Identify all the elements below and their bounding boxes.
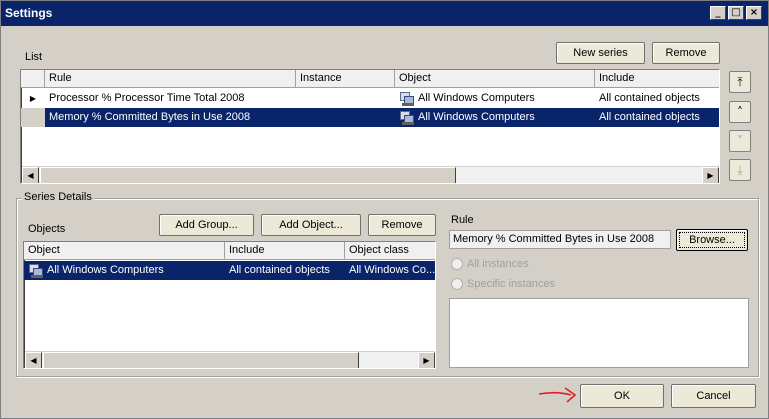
maximize-button[interactable]: □ [728, 6, 744, 20]
row-object-text: All Windows Computers [418, 111, 535, 123]
move-to-top-button[interactable]: ⤒ [729, 71, 751, 93]
rule-field: Memory % Committed Bytes in Use 2008 [449, 230, 671, 249]
objects-label: Objects [28, 223, 66, 235]
scroll-right-button[interactable]: ▶ [418, 352, 435, 368]
new-series-button[interactable]: New series [556, 42, 645, 64]
objects-list-header: Object Include Object class [24, 242, 435, 260]
specific-instances-label: Specific instances [467, 278, 556, 290]
radio-circle [451, 258, 463, 270]
row-object-text: All Windows Computers [418, 92, 535, 104]
series-list[interactable]: Rule Instance Object Include ▶ Processor… [20, 69, 720, 184]
row-indicator [21, 108, 45, 127]
row-object-class: All Windows Co... [349, 264, 435, 276]
column-header-object-class[interactable]: Object class [345, 242, 435, 260]
row-pointer-icon: ▶ [29, 94, 37, 103]
row-instance [296, 108, 395, 127]
objects-list-hscrollbar[interactable]: ◀ ▶ [25, 351, 435, 368]
remove-object-button[interactable]: Remove [368, 214, 436, 236]
ok-button[interactable]: OK [580, 384, 664, 408]
row-object: All Windows Computers [24, 261, 225, 280]
remove-series-button[interactable]: Remove [652, 42, 720, 64]
series-details-title: Series Details [22, 191, 94, 203]
table-row-selected[interactable]: All Windows Computers All contained obje… [24, 261, 435, 280]
row-include: All contained objects [599, 111, 700, 123]
all-instances-radio[interactable]: All instances [451, 258, 529, 270]
row-instance [296, 89, 395, 108]
move-down-button[interactable]: ˅ [729, 130, 751, 152]
cancel-button[interactable]: Cancel [671, 384, 756, 408]
row-indicator-header [21, 70, 45, 88]
settings-window: Settings _ □ × List New series Remove Ru… [0, 0, 769, 419]
scroll-thumb[interactable] [40, 167, 456, 183]
column-header-object[interactable]: Object [395, 70, 595, 88]
list-label: List [25, 51, 43, 63]
browse-button[interactable]: Browse... [676, 229, 748, 251]
objects-list[interactable]: Object Include Object class All Windows … [23, 241, 436, 369]
minimize-button[interactable]: _ [710, 6, 726, 20]
table-row-selected[interactable]: Memory % Committed Bytes in Use 2008 All… [21, 108, 719, 127]
close-button[interactable]: × [746, 6, 762, 20]
move-up-button[interactable]: ˄ [729, 101, 751, 123]
row-include: All contained objects [229, 264, 330, 276]
column-header-rule[interactable]: Rule [45, 70, 296, 88]
red-arrow-icon [538, 387, 577, 403]
column-header-include[interactable]: Include [595, 70, 719, 88]
row-object: All Windows Computers [395, 89, 595, 108]
rule-label: Rule [451, 214, 474, 226]
computers-icon [399, 110, 415, 125]
column-header-instance[interactable]: Instance [296, 70, 395, 88]
scroll-thumb[interactable] [43, 352, 359, 368]
instances-list[interactable] [449, 298, 749, 368]
title-bar: Settings _ □ × [1, 1, 768, 26]
scroll-right-button[interactable]: ▶ [702, 167, 719, 183]
scroll-left-button[interactable]: ◀ [22, 167, 39, 183]
scroll-left-button[interactable]: ◀ [25, 352, 42, 368]
all-instances-label: All instances [467, 258, 529, 270]
radio-circle [451, 278, 463, 290]
column-header-object[interactable]: Object [24, 242, 225, 260]
window-title: Settings [5, 6, 53, 20]
specific-instances-radio[interactable]: Specific instances [451, 278, 555, 290]
add-group-button[interactable]: Add Group... [159, 214, 254, 236]
table-row[interactable]: ▶ Processor % Processor Time Total 2008 … [21, 89, 719, 108]
row-object: All Windows Computers [395, 108, 595, 127]
move-to-bottom-button[interactable]: ⤓ [729, 159, 751, 181]
series-list-hscrollbar[interactable]: ◀ ▶ [22, 166, 719, 183]
column-header-include[interactable]: Include [225, 242, 345, 260]
series-list-header: Rule Instance Object Include [21, 70, 719, 88]
add-object-button[interactable]: Add Object... [261, 214, 361, 236]
row-object-text: All Windows Computers [47, 264, 164, 276]
row-include: All contained objects [599, 92, 700, 104]
computers-icon [28, 263, 44, 278]
computers-icon [399, 91, 415, 106]
row-rule: Processor % Processor Time Total 2008 [49, 92, 245, 104]
row-rule: Memory % Committed Bytes in Use 2008 [49, 111, 251, 123]
